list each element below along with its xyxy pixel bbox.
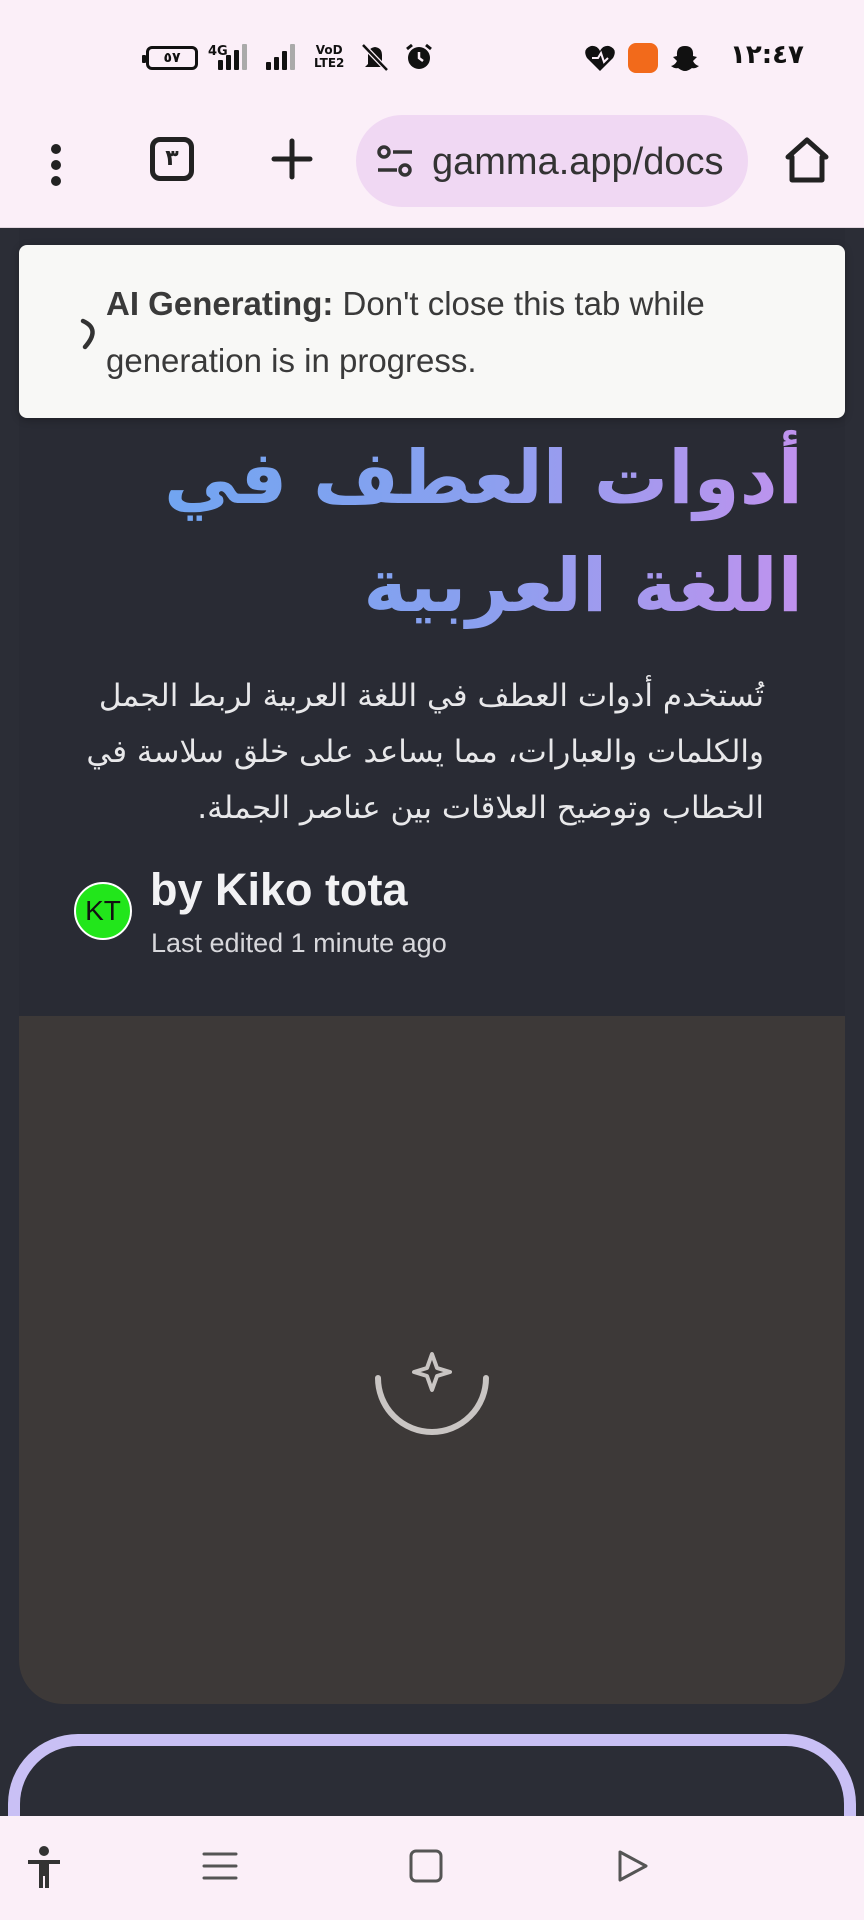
status-bar: ٥٧ 4G VoD LTE2 ١٢:٤٧	[0, 0, 864, 115]
avatar[interactable]: KT	[74, 882, 132, 940]
recents-icon[interactable]	[200, 1846, 240, 1886]
page-content: أدوات العطف في اللغة العربية تُستخدم أدو…	[0, 228, 864, 1816]
battery-icon: ٥٧	[142, 46, 198, 70]
doc-title: أدوات العطف في اللغة العربية	[73, 424, 803, 640]
heart-icon	[585, 45, 615, 71]
sparkle-loader-icon	[375, 1352, 489, 1435]
tune-icon[interactable]	[376, 143, 414, 179]
menu-icon[interactable]	[36, 135, 76, 195]
back-icon[interactable]	[612, 1846, 652, 1886]
volte-icon: VoD LTE2	[314, 43, 345, 70]
ai-generating-banner: AI Generating: Don't close this tab whil…	[19, 245, 845, 418]
home-icon[interactable]	[782, 135, 832, 185]
next-card	[8, 1734, 856, 1816]
plus-icon[interactable]	[270, 137, 314, 181]
browser-toolbar: ٣ gamma.app/docs	[0, 115, 864, 228]
signal-icon	[218, 44, 258, 70]
ai-label: AI Generating:	[106, 285, 334, 322]
author-name: by Kiko tota	[150, 864, 408, 915]
signal-2-icon	[266, 44, 306, 70]
address-bar[interactable]: gamma.app/docs	[356, 115, 748, 207]
accessibility-icon[interactable]	[22, 1844, 66, 1890]
title-card: أدوات العطف في اللغة العربية تُستخدم أدو…	[19, 228, 845, 1704]
alarm-icon	[406, 43, 432, 69]
navigation-bar	[0, 1816, 864, 1920]
url-text[interactable]: gamma.app/docs	[432, 141, 732, 184]
spinner-icon	[80, 318, 95, 350]
ai-message: AI Generating: Don't close this tab whil…	[106, 275, 806, 389]
tabs-button[interactable]: ٣	[150, 137, 194, 181]
last-edited: Last edited 1 minute ago	[151, 928, 447, 958]
clock: ١٢:٤٧	[730, 40, 804, 70]
home-nav-icon[interactable]	[406, 1846, 446, 1886]
mute-icon	[361, 43, 389, 72]
doc-description: تُستخدم أدوات العطف في اللغة العربية لرب…	[86, 678, 764, 826]
app-icon	[628, 43, 658, 73]
snapchat-icon	[671, 46, 699, 71]
